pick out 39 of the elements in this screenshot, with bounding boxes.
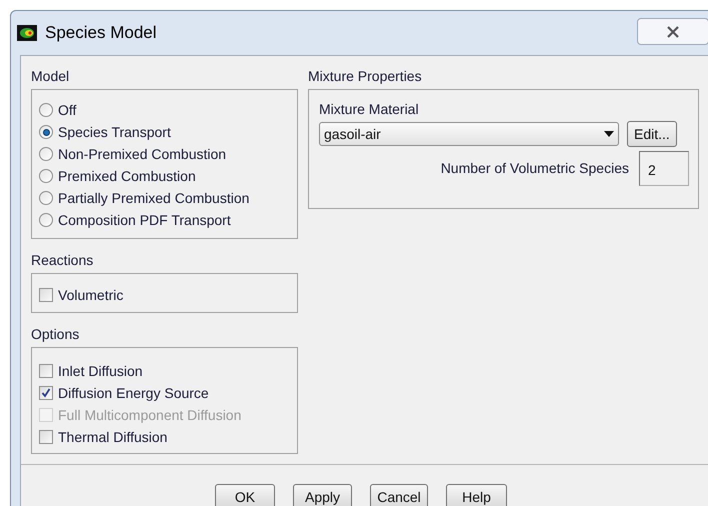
checkbox[interactable] [39,430,53,444]
close-icon [666,26,680,38]
radio-button[interactable] [39,191,53,205]
radio-button[interactable] [39,103,53,117]
checkbox[interactable] [39,386,53,400]
radio-button[interactable] [39,213,53,227]
checkbox[interactable] [39,288,53,302]
option-label: Species Transport [58,122,171,142]
radio-button[interactable] [39,169,53,183]
edit-button[interactable]: Edit... [627,121,677,147]
radio-button[interactable] [39,147,53,161]
option-label: Diffusion Energy Source [58,384,209,403]
option-label: Partially Premixed Combustion [58,188,250,208]
option-label: Full Multicomponent Diffusion [58,406,242,425]
dialog-button[interactable]: Help [446,484,507,506]
option-label: Inlet Diffusion [58,362,143,380]
option-label: Premixed Combustion [58,166,196,186]
app-logo-icon [17,25,37,41]
field-label: Number of Volumetric Species [440,159,629,178]
radio-button[interactable] [39,125,53,139]
close-button[interactable] [637,18,708,45]
group-label: Model [31,67,70,85]
group-label: Reactions [31,251,94,269]
option-label: Off [58,100,76,120]
group-label: Options [31,325,80,343]
field-label: Mixture Material [319,100,420,118]
caret-icon [604,131,614,137]
option-label: Volumetric [58,286,124,304]
checkbox[interactable] [39,364,53,378]
option-label: Composition PDF Transport [58,210,231,230]
option-label: Non-Premixed Combustion [58,144,226,164]
species-count-field[interactable]: 2 [639,151,689,186]
dialog-button[interactable]: Cancel [370,484,428,506]
window-title: Species Model [45,22,157,44]
option-label: Thermal Diffusion [58,428,168,446]
dialog-button[interactable]: Apply [293,484,352,506]
dialog-button[interactable]: OK [215,484,275,506]
group-label: Mixture Properties [308,67,423,85]
material-dropdown[interactable]: gasoil-air [319,122,619,146]
